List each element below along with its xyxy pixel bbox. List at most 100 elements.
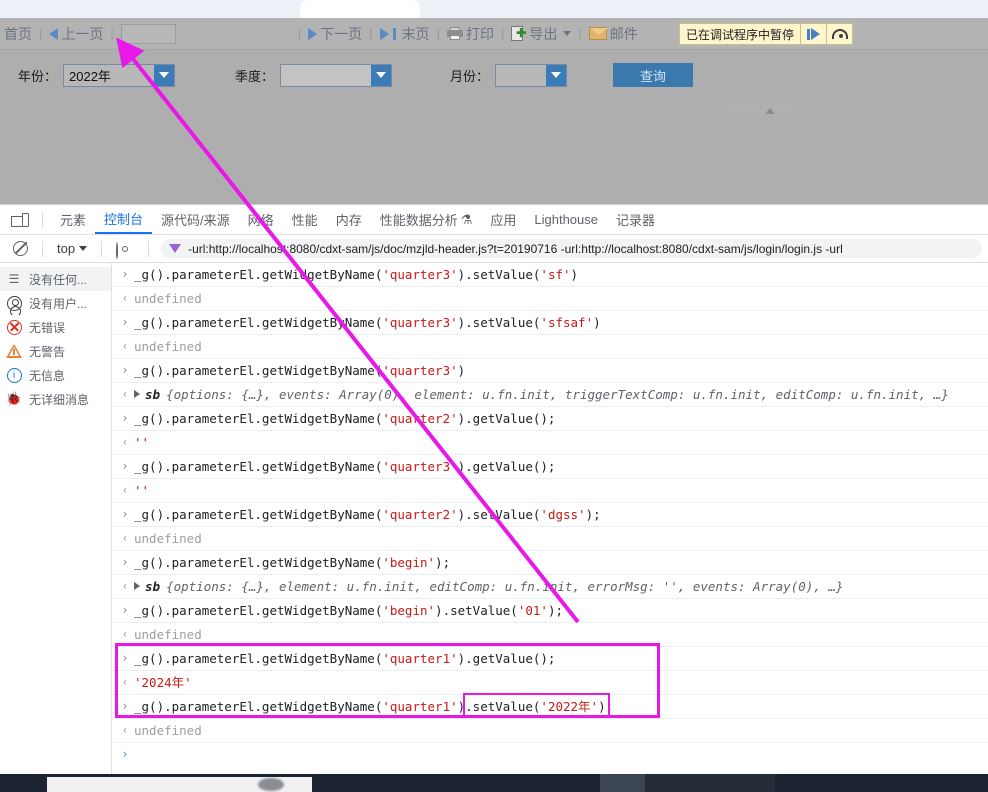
token-plain: ); bbox=[585, 507, 601, 522]
tab-5[interactable]: 内存 bbox=[327, 205, 371, 234]
sidebar-item-4[interactable]: i 无信息 bbox=[0, 363, 111, 387]
end-bar-icon bbox=[392, 27, 396, 40]
page-number-input[interactable] bbox=[120, 23, 176, 44]
console-row-text: undefined bbox=[134, 626, 988, 643]
console-row-8: › _g().parameterEl.getWidgetByName('quart… bbox=[112, 455, 988, 479]
toolbar-separator: | bbox=[369, 26, 373, 41]
token-plain: _g().parameterEl.getWidgetByName( bbox=[134, 555, 383, 570]
token-str: 'begin' bbox=[382, 603, 436, 618]
token-undef: undefined bbox=[134, 531, 202, 546]
browser-tab[interactable] bbox=[300, 0, 420, 18]
triangle-left-icon bbox=[49, 27, 59, 40]
year-select[interactable]: 2022年 bbox=[63, 63, 176, 87]
mail-icon bbox=[588, 27, 608, 40]
prev-page-button[interactable]: 上一页 bbox=[45, 24, 107, 44]
console-row-text: '' bbox=[134, 434, 988, 451]
execution-context-value: top bbox=[57, 241, 76, 256]
console-row-6: › _g().parameterEl.getWidgetByName('quart… bbox=[112, 407, 988, 431]
console-row-text: _g().parameterEl.getWidgetByName('quarte… bbox=[134, 410, 988, 427]
tab-1[interactable]: 控制台 bbox=[95, 205, 153, 234]
month-select[interactable] bbox=[495, 63, 568, 87]
expand-triangle-icon[interactable] bbox=[134, 390, 140, 398]
token-plain: _g().parameterEl.getWidgetByName( bbox=[134, 699, 383, 714]
step-over-button[interactable] bbox=[826, 24, 852, 44]
device-toolbar-toggle[interactable] bbox=[6, 206, 34, 234]
console-row-14: › _g().parameterEl.getWidgetByName('begin… bbox=[112, 599, 988, 623]
token-plain: ).getValue(); bbox=[457, 651, 556, 666]
month-select-arrow[interactable] bbox=[546, 64, 567, 86]
debugger-paused-banner: 已在调试程序中暂停 bbox=[679, 23, 854, 45]
sidebar-item-5[interactable]: 🐞 无详细消息 bbox=[0, 387, 111, 411]
prompt-arrow-icon: › bbox=[121, 411, 129, 425]
tab-7[interactable]: 应用 bbox=[481, 205, 525, 234]
user-icon bbox=[6, 295, 22, 315]
console-row-text: _g().parameterEl.getWidgetByName('quarte… bbox=[134, 698, 988, 715]
token-str: '01' bbox=[517, 603, 548, 618]
prompt-arrow-icon: › bbox=[121, 555, 129, 569]
console-prompt-row[interactable]: › bbox=[112, 743, 988, 765]
tab-6[interactable]: 性能数据分析 ⚗ bbox=[371, 205, 482, 234]
token-plain: ).setValue( bbox=[457, 507, 541, 522]
token-str: 'sfsaf' bbox=[540, 315, 594, 330]
token-str: '2022年' bbox=[540, 699, 599, 714]
sidebar-item-1[interactable]: 没有用户... bbox=[0, 291, 111, 315]
live-expression-button[interactable] bbox=[110, 241, 140, 259]
tab-0[interactable]: 元素 bbox=[51, 205, 95, 234]
flask-icon: ⚗ bbox=[460, 211, 473, 227]
execution-context-select[interactable]: top bbox=[51, 241, 93, 256]
console-row-text: undefined bbox=[134, 530, 988, 547]
panel-collapse-handle[interactable] bbox=[715, 105, 827, 116]
console-row-2: › _g().parameterEl.getWidgetByName('quart… bbox=[112, 311, 988, 335]
sidebar-item-0[interactable]: ☰ 没有任何... bbox=[0, 267, 111, 291]
tab-9[interactable]: 记录器 bbox=[607, 205, 664, 234]
sidebar-item-3[interactable]: 无警告 bbox=[0, 339, 111, 363]
triangle-right-icon bbox=[379, 27, 389, 40]
console-row-4: › _g().parameterEl.getWidgetByName('quart… bbox=[112, 359, 988, 383]
clear-console-button[interactable] bbox=[6, 241, 34, 256]
object-constructor-name: sb bbox=[145, 387, 161, 402]
token-undef: undefined bbox=[134, 291, 202, 306]
object-preview: {options: {…}, element: u.fn.init, editC… bbox=[166, 579, 844, 594]
prompt-arrow-icon: › bbox=[121, 459, 129, 473]
console-row-1: ‹ undefined bbox=[112, 287, 988, 311]
printer-icon bbox=[446, 27, 463, 40]
prompt-arrow-icon: › bbox=[121, 651, 129, 665]
clear-icon bbox=[12, 241, 28, 256]
divider bbox=[148, 240, 150, 257]
console-row-10: › _g().parameterEl.getWidgetByName('quart… bbox=[112, 503, 988, 527]
query-button[interactable]: 查询 bbox=[613, 63, 694, 87]
quarter-select[interactable] bbox=[280, 63, 393, 87]
resume-script-button[interactable] bbox=[800, 24, 826, 44]
token-str: 'quarter3' bbox=[382, 459, 458, 474]
last-page-button[interactable]: 末页 bbox=[376, 24, 434, 44]
first-page-button[interactable]: 首页 bbox=[0, 24, 36, 44]
next-page-button[interactable]: 下一页 bbox=[304, 24, 366, 44]
mail-button[interactable]: 邮件 bbox=[585, 24, 642, 44]
sidebar-item-2[interactable]: 无错误 bbox=[0, 315, 111, 339]
taskbar-segment bbox=[645, 774, 775, 792]
tab-8[interactable]: Lighthouse bbox=[525, 205, 607, 234]
prompt-arrow-icon: › bbox=[121, 363, 129, 377]
return-arrow-icon: ‹ bbox=[121, 579, 129, 593]
token-plain: ) bbox=[457, 363, 466, 378]
print-button[interactable]: 打印 bbox=[443, 24, 498, 44]
console-row-text: _g().parameterEl.getWidgetByName('quarte… bbox=[134, 458, 988, 475]
year-select-arrow[interactable] bbox=[154, 64, 175, 86]
quarter-select-arrow[interactable] bbox=[371, 64, 392, 86]
console-row-text: sb {options: {…}, events: Array(0), eleme… bbox=[134, 386, 988, 403]
export-button[interactable]: ✚ 导出 bbox=[507, 24, 575, 44]
tab-4[interactable]: 性能 bbox=[283, 205, 327, 234]
token-str: 'quarter1' bbox=[382, 699, 458, 714]
token-plain: ); bbox=[598, 699, 614, 714]
sidebar-item-label: 无信息 bbox=[29, 368, 66, 383]
token-plain: _g().parameterEl.getWidgetByName( bbox=[134, 363, 383, 378]
browser-tab-strip bbox=[0, 0, 988, 18]
expand-triangle-icon[interactable] bbox=[134, 582, 140, 590]
tab-3[interactable]: 网络 bbox=[239, 205, 283, 234]
token-plain: ).setValue( bbox=[457, 315, 541, 330]
tab-2[interactable]: 源代码/来源 bbox=[152, 205, 239, 234]
error-icon bbox=[6, 319, 22, 335]
console-message-list[interactable]: › _g().parameterEl.getWidgetByName('quart… bbox=[112, 263, 988, 775]
object-preview: {options: {…}, events: Array(0), element… bbox=[166, 387, 949, 402]
console-filter-input[interactable]: -url:http://localhost:8080/cdxt-sam/js/d… bbox=[161, 239, 982, 258]
